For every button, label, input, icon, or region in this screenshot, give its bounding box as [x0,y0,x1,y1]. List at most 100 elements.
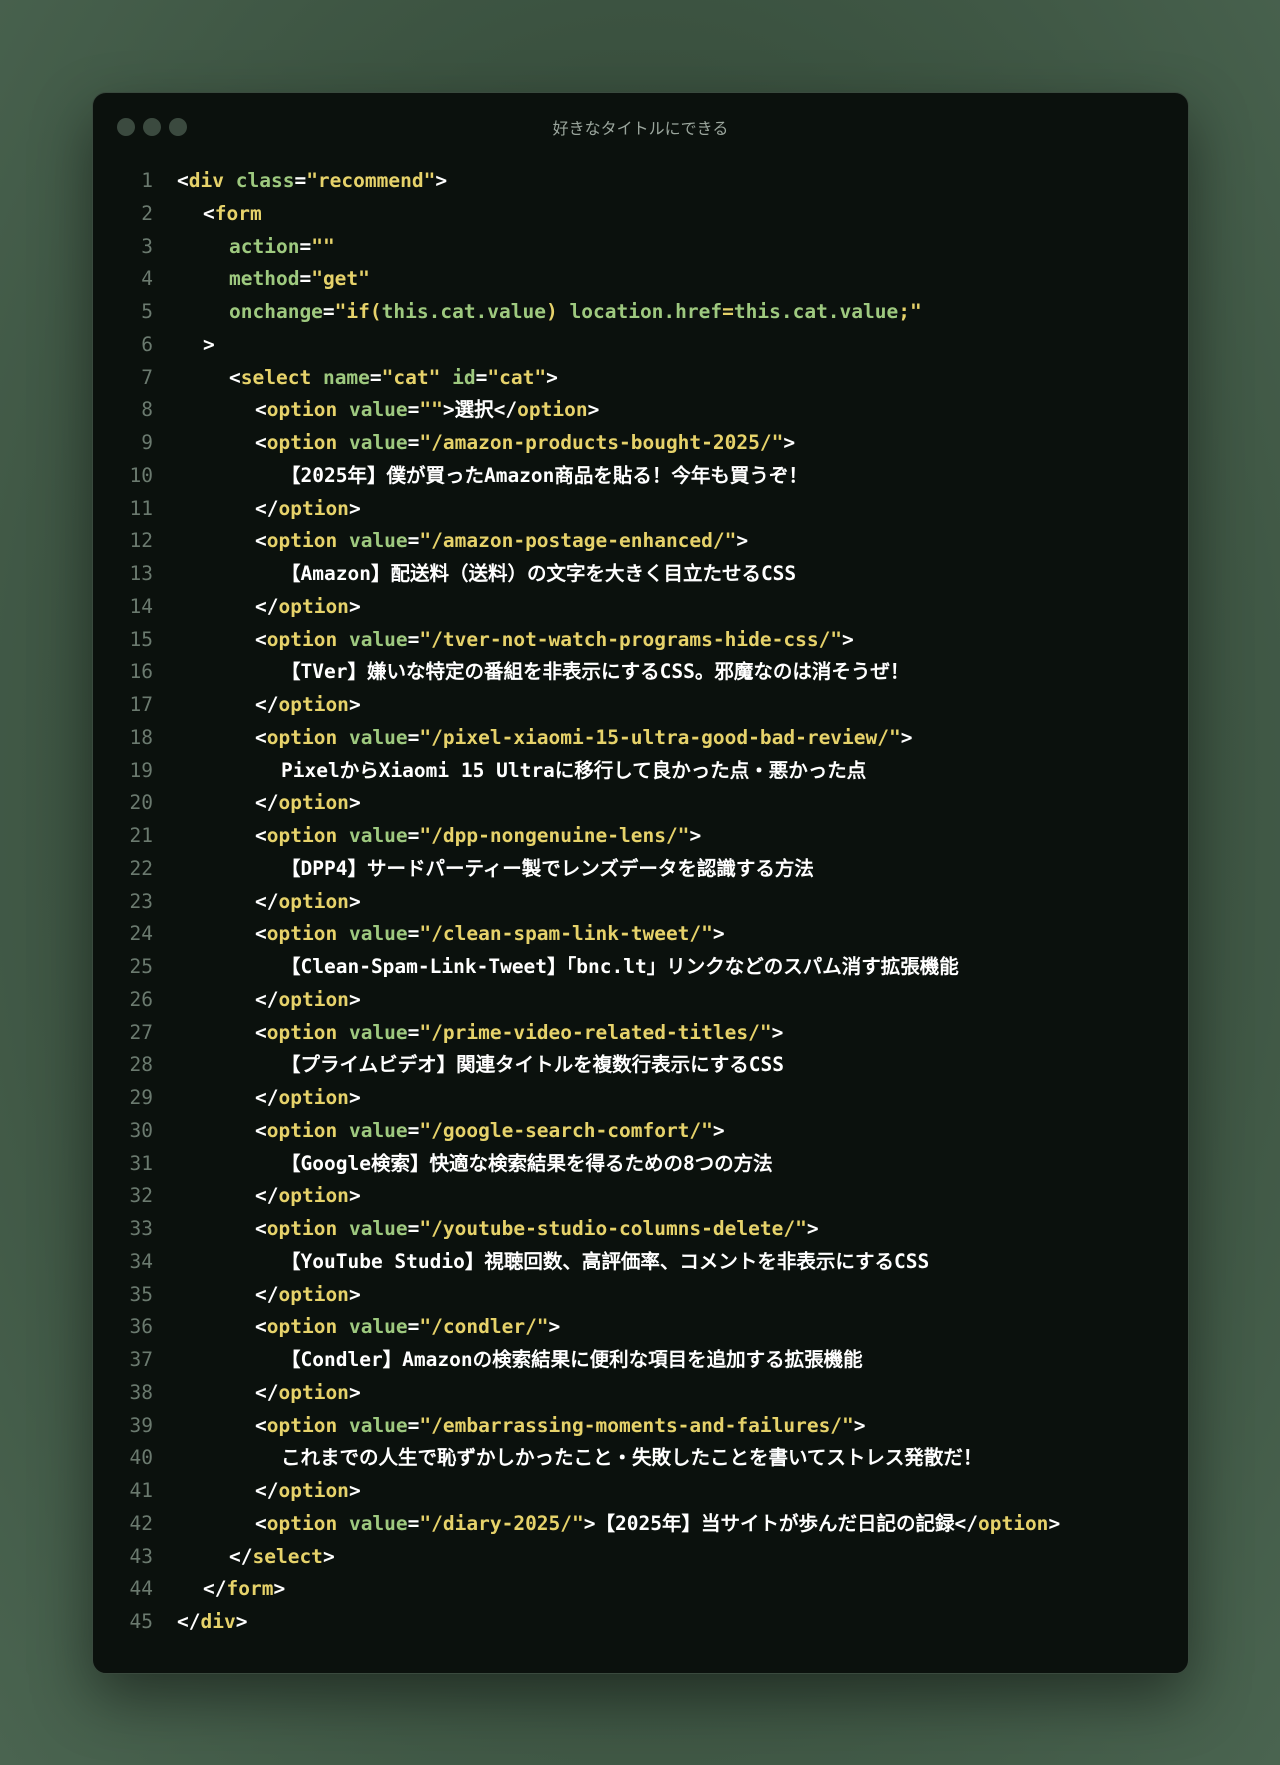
code-line: 10 【2025年】僕が買ったAmazon商品を貼る！今年も買うぞ！ [93,460,1188,493]
code-text: </option> [153,984,361,1017]
line-number: 40 [129,1446,153,1470]
code-token: option [266,1020,338,1044]
line-number: 29 [129,1086,153,1109]
code-text: <option value="">選択</option> [153,394,599,427]
code-token: = [407,529,420,553]
code-token: form [226,1577,274,1601]
code-text: </div> [153,1606,247,1639]
code-token: > [348,889,361,913]
code-line: 28 【プライムビデオ】関連タイトルを複数行表示にするCSS [93,1049,1188,1082]
code-text: 【Amazon】配送料（送料）の文字を大きく目立たせるCSS [153,558,796,591]
line-number: 31 [129,1151,153,1175]
code-line: 7 <select name="cat" id="cat"> [93,362,1188,395]
code-text: 【Condler】Amazonの検索結果に便利な項目を追加する拡張機能 [153,1344,863,1377]
code-line: 37 【Condler】Amazonの検索結果に便利な項目を追加する拡張機能 [93,1344,1188,1377]
code-line: 21 <option value="/dpp-nongenuine-lens/"> [93,820,1188,853]
code-token: value [348,1118,408,1142]
code-token: option [278,1282,349,1306]
code-token: = [322,300,335,323]
code-line: 9 <option value="/amazon-products-bought-… [93,427,1188,460]
line-number: 41 [129,1479,153,1502]
code-line: 20 </option> [93,787,1188,820]
code-block[interactable]: 1 <div class="recommend"> 2 <form 3 action=""… [93,165,1188,1639]
code-token: </ [255,1184,279,1208]
code-line: 31 【Google検索】快適な検索結果を得るための8つの方法 [93,1148,1188,1181]
code-token: > [1048,1511,1061,1535]
code-token: < [255,725,267,749]
code-token: </ [255,791,279,815]
code-text: <option value="/diary-2025/">【2025年】当サイト… [153,1508,1060,1541]
code-token: option [278,1086,349,1109]
code-token: option [266,725,338,749]
code-token: = [407,627,420,651]
code-token: option [278,693,349,716]
code-token: select [240,365,312,389]
code-token: > [348,1184,361,1208]
code-token: </ [255,1380,279,1404]
code-token: > [548,1315,561,1339]
line-number: 17 [129,693,153,716]
code-token: 【Google検索】快適な検索結果を得るための8つの方法 [281,1151,773,1175]
code-token: > [771,1020,784,1044]
code-token: これまでの人生で恥ずかしかったこと・失敗したことを書いてストレス発散だ！ [281,1446,983,1470]
line-number: 16 [129,660,153,684]
code-token: > [900,725,913,749]
code-text: <option value="/amazon-products-bought-2… [153,427,795,460]
code-token: < [255,1413,267,1437]
code-token: this.cat.value [733,300,899,323]
code-token: = [407,725,420,749]
code-line: 12 <option value="/amazon-postage-enhance… [93,525,1188,558]
code-token: value [348,1217,408,1240]
code-token: </ [255,889,279,913]
code-token: option [266,431,338,454]
line-number: 32 [129,1184,153,1208]
code-token: option [278,889,349,913]
line-number: 19 [129,758,153,782]
code-token: "cat" [487,365,547,389]
code-token: > [546,365,558,389]
code-token: "recommend" [306,169,436,192]
code-token: "/pixel-xiaomi-15-ultra-good-bad-review/… [419,725,901,749]
code-token: select [252,1544,323,1568]
line-number: 14 [129,594,153,618]
code-token: value [348,1315,408,1339]
line-number: 7 [141,365,153,389]
code-token: 【プライムビデオ】関連タイトルを複数行表示にするCSS [281,1053,785,1077]
code-token: > [736,529,749,553]
code-text: </option> [153,1180,361,1213]
code-window: 好きなタイトルにできる 1 <div class="recommend"> 2 <fo… [92,92,1189,1674]
code-token: method [229,267,300,291]
code-token: "/google-search-comfort/" [419,1118,713,1142]
code-text: 【Clean-Spam-Link-Tweet】「bnc.lt」リンクなどのスパム… [153,951,959,984]
code-token: </ [255,1086,279,1109]
line-number: 10 [129,463,153,487]
code-token: location.href [557,300,723,323]
code-token: = [407,922,420,946]
code-line: 29 </option> [93,1082,1188,1115]
code-line: 25 【Clean-Spam-Link-Tweet】「bnc.lt」リンクなどのス… [93,951,1188,984]
code-token: > [806,1217,819,1240]
code-token: value [348,431,408,454]
line-number: 11 [129,496,153,520]
code-token: 【Amazon】配送料（送料）の文字を大きく目立たせるCSS [281,562,797,585]
code-text: <option value="/clean-spam-link-tweet/"> [153,918,725,951]
code-token: < [255,398,267,422]
code-token: > [442,398,455,422]
code-token: > [348,987,361,1011]
code-token: 【Clean-Spam-Link-Tweet】「bnc.lt」リンクなどのスパム… [281,955,959,978]
code-token: > [348,1380,361,1404]
code-token: option [278,791,349,815]
code-text: > [153,329,215,362]
code-token: < [255,1511,267,1535]
code-token: = [407,398,420,422]
code-line: 32 </option> [93,1180,1188,1213]
code-token: > [783,431,796,454]
code-text: <select name="cat" id="cat"> [153,362,558,395]
code-token: "get" [311,267,370,291]
